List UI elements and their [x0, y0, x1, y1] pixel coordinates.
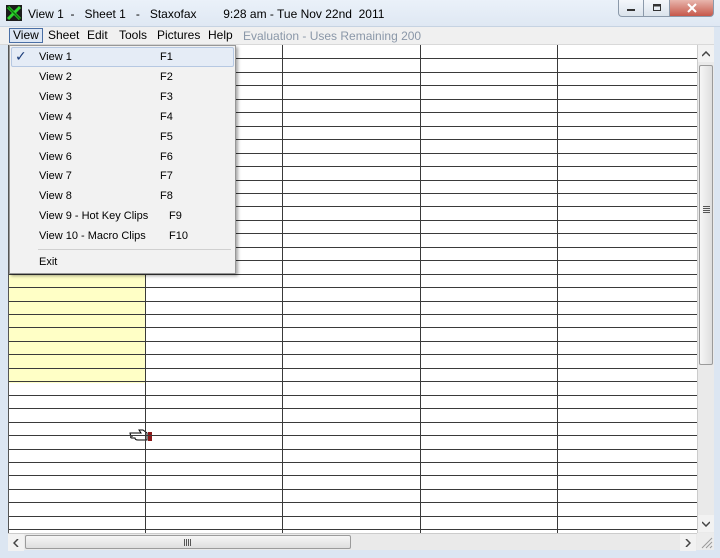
- scroll-right-button[interactable]: [680, 534, 696, 551]
- checkmark-icon: ✓: [15, 48, 27, 64]
- menu-view[interactable]: View: [9, 28, 43, 43]
- grid-row-line: [9, 368, 698, 369]
- menu-item-shortcut: F2: [160, 70, 173, 83]
- menu-item-shortcut: F8: [160, 190, 173, 203]
- menu-item-view-3[interactable]: View 3 F3: [10, 88, 235, 108]
- menu-item-label: View 4: [39, 110, 72, 123]
- menu-item-view-4[interactable]: View 4 F4: [10, 108, 235, 128]
- grid-column-line: [282, 45, 283, 533]
- resize-grip-icon: [701, 537, 713, 549]
- grid-row-line: [9, 341, 698, 342]
- selected-column-cells: [9, 273, 145, 383]
- resize-grip[interactable]: [697, 533, 714, 550]
- grid-row-line: [9, 489, 698, 490]
- maximize-icon: [652, 4, 661, 11]
- grid-row-line: [9, 502, 698, 503]
- menu-item-label: View 8: [39, 190, 72, 203]
- menu-sheet[interactable]: Sheet: [45, 28, 82, 43]
- window-frame-right: [714, 27, 720, 558]
- grid-row-line: [9, 529, 698, 530]
- minimize-button[interactable]: [618, 0, 644, 17]
- view-menu-dropdown: ✓ View 1 F1 View 2 F2 View 3 F3 View 4 F4 View 5 F…: [9, 45, 236, 274]
- menu-item-label: View 5: [39, 130, 72, 143]
- menu-tools[interactable]: Tools: [116, 28, 150, 43]
- menu-item-shortcut: F9: [169, 210, 182, 223]
- arrow-down-icon: [702, 520, 710, 527]
- vertical-scrollbar[interactable]: [697, 45, 714, 533]
- menu-item-label: View 3: [39, 90, 72, 103]
- scroll-down-button[interactable]: [698, 515, 714, 532]
- grid-row-line: [9, 516, 698, 517]
- menu-item-label: View 6: [39, 150, 72, 163]
- menu-bar: View Sheet Edit Tools Pictures Help Eval…: [0, 27, 720, 45]
- vertical-scroll-thumb[interactable]: [699, 65, 713, 365]
- menu-item-shortcut: F4: [160, 110, 173, 123]
- grid-row-line: [9, 449, 698, 450]
- maximize-button[interactable]: [644, 0, 670, 17]
- grid-row-line: [9, 435, 698, 436]
- window-frame-bottom: [0, 550, 720, 558]
- menu-item-shortcut: F7: [160, 170, 173, 183]
- window-frame-left: [0, 45, 8, 550]
- menu-item-view-10[interactable]: View 10 - Macro Clips F10: [10, 227, 235, 247]
- menu-item-label: Exit: [39, 256, 58, 268]
- arrow-up-icon: [702, 50, 710, 57]
- grid-row-line: [9, 408, 698, 409]
- grid-row-line: [9, 314, 698, 315]
- menu-item-shortcut: F10: [169, 230, 188, 243]
- minimize-icon: [627, 9, 635, 11]
- grid-row-line: [9, 475, 698, 476]
- menu-item-view-1[interactable]: ✓ View 1 F1: [10, 48, 235, 68]
- staxofax-app-icon: [6, 5, 22, 21]
- grid-row-line: [9, 274, 698, 275]
- close-button[interactable]: [670, 0, 714, 17]
- menu-item-label: View 1: [39, 51, 72, 63]
- window-title: View 1 - Sheet 1 - Staxofax 9:28 am - Tu…: [28, 7, 385, 21]
- menu-item-label: View 10 - Macro Clips: [39, 230, 146, 243]
- grid-row-line: [9, 395, 698, 396]
- menu-item-view-7[interactable]: View 7 F7: [10, 167, 235, 187]
- grid-row-line: [9, 287, 698, 288]
- menu-item-shortcut: F5: [160, 130, 173, 143]
- menu-help[interactable]: Help: [205, 28, 236, 43]
- grid-row-line: [9, 381, 698, 382]
- scroll-left-button[interactable]: [8, 534, 24, 551]
- close-icon: [686, 3, 697, 13]
- menu-item-shortcut: F1: [160, 51, 173, 63]
- window-controls: [618, 0, 714, 19]
- title-bar: View 1 - Sheet 1 - Staxofax 9:28 am - Tu…: [0, 0, 720, 27]
- horizontal-scrollbar[interactable]: [8, 533, 697, 551]
- evaluation-notice: Evaluation - Uses Remaining 200: [243, 29, 422, 43]
- scroll-up-button[interactable]: [698, 45, 714, 62]
- arrow-left-icon: [13, 538, 19, 547]
- menu-item-label: View 9 - Hot Key Clips: [39, 210, 149, 223]
- grid-row-line: [9, 462, 698, 463]
- menu-separator: [38, 249, 231, 250]
- menu-item-shortcut: F6: [160, 150, 173, 163]
- menu-item-view-5[interactable]: View 5 F5: [10, 128, 235, 148]
- menu-item-label: View 2: [39, 70, 72, 83]
- menu-item-view-2[interactable]: View 2 F2: [10, 68, 235, 88]
- menu-item-exit[interactable]: Exit: [10, 253, 235, 273]
- arrow-right-icon: [685, 538, 691, 547]
- grid-row-line: [9, 354, 698, 355]
- grid-row-line: [9, 422, 698, 423]
- menu-edit[interactable]: Edit: [84, 28, 111, 43]
- menu-item-view-8[interactable]: View 8 F8: [10, 187, 235, 207]
- menu-item-shortcut: F3: [160, 90, 173, 103]
- grid-column-line: [557, 45, 558, 533]
- menu-item-view-9[interactable]: View 9 - Hot Key Clips F9: [10, 207, 235, 227]
- horizontal-scroll-thumb[interactable]: [25, 535, 351, 549]
- menu-pictures[interactable]: Pictures: [154, 28, 203, 43]
- menu-item-view-6[interactable]: View 6 F6: [10, 148, 235, 168]
- grid-row-line: [9, 301, 698, 302]
- grid-row-line: [9, 327, 698, 328]
- grid-column-line: [420, 45, 421, 533]
- menu-item-label: View 7: [39, 170, 72, 183]
